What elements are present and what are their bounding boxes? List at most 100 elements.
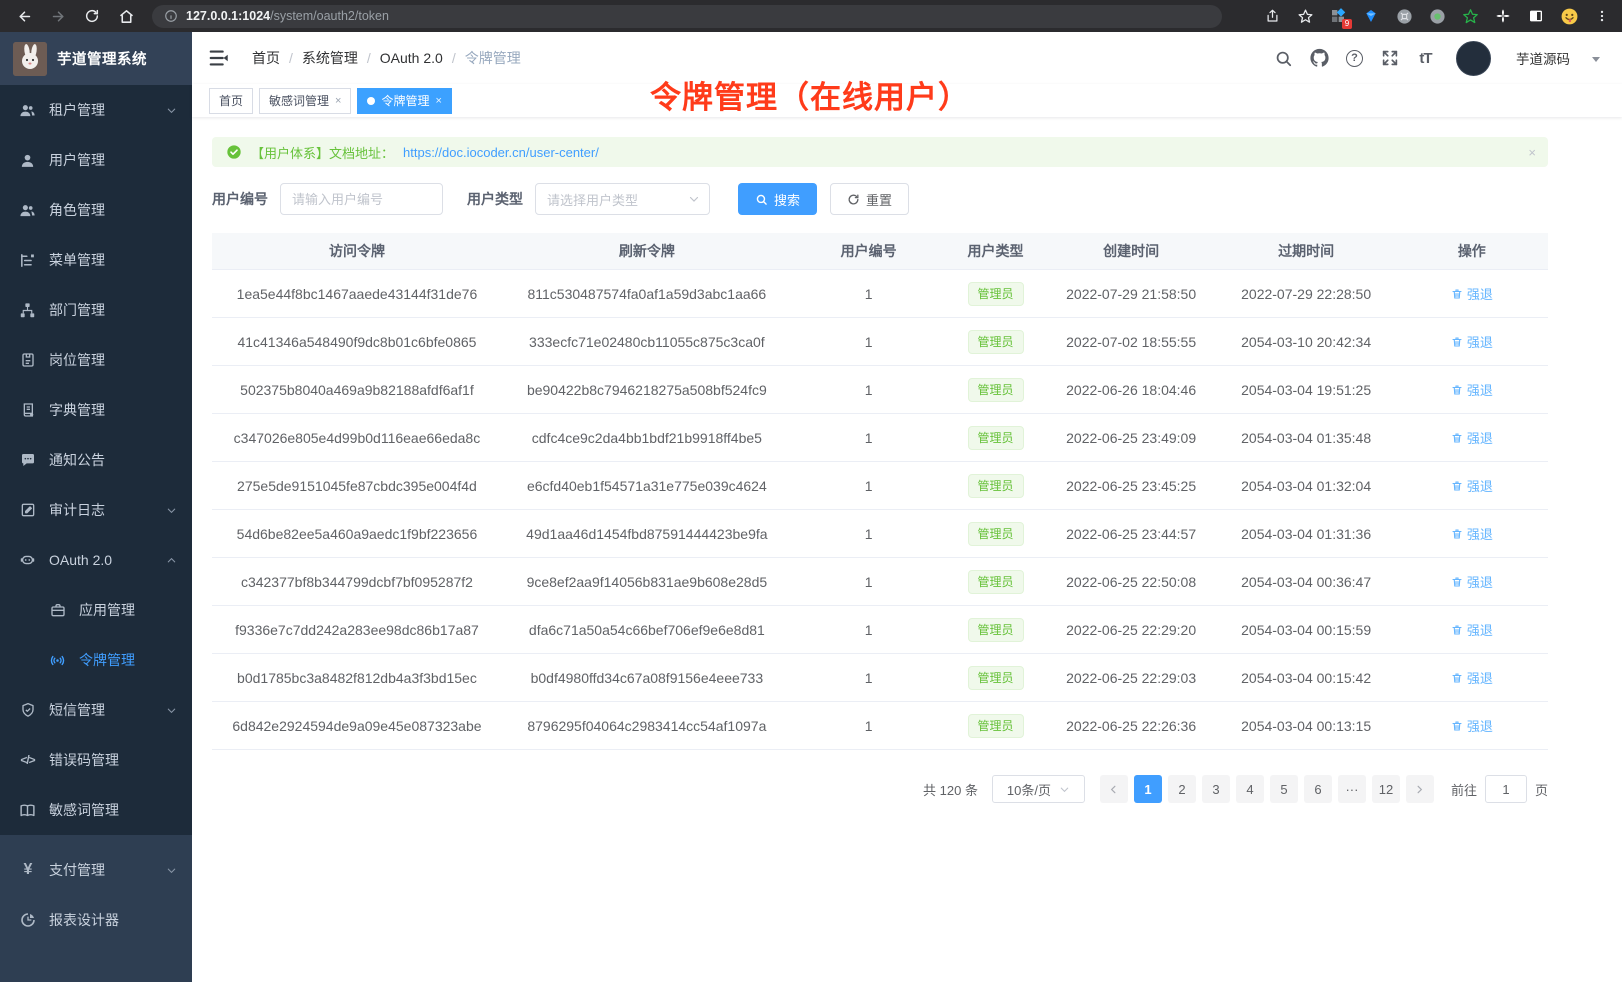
user-avatar[interactable] (1456, 41, 1491, 76)
force-logout-button[interactable]: 强退 (1451, 572, 1493, 591)
breadcrumb-current: 令牌管理 (465, 48, 521, 68)
sidebar-item-report[interactable]: 报表设计器 (0, 895, 192, 945)
page-button[interactable]: 5 (1270, 775, 1298, 803)
github-icon[interactable] (1310, 49, 1329, 68)
help-icon[interactable]: ? (1346, 50, 1363, 67)
profile-avatar-icon[interactable] (1559, 6, 1579, 26)
code-icon: </> (19, 752, 36, 769)
sidebar-item-oauth-app[interactable]: 应用管理 (0, 585, 192, 635)
tag-sensitive[interactable]: 敏感词管理× (259, 88, 351, 114)
sidebar-item-oauth[interactable]: OAuth 2.0 (0, 535, 192, 585)
page-button[interactable]: 1 (1134, 775, 1162, 803)
chevron-down-icon (688, 193, 700, 205)
doc-link[interactable]: https://doc.iocoder.cn/user-center/ (403, 145, 599, 160)
fullscreen-icon[interactable] (1380, 49, 1399, 68)
page-size-select[interactable]: 10条/页 (992, 775, 1085, 803)
table-header: 访问令牌 刷新令牌 用户编号 用户类型 创建时间 过期时间 操作 (212, 233, 1548, 270)
sidebar-item-notice[interactable]: 通知公告 (0, 435, 192, 485)
trash-icon (1451, 672, 1463, 684)
sidebar-item-dict[interactable]: 字典管理 (0, 385, 192, 435)
sidebar-item-dept[interactable]: 部门管理 (0, 285, 192, 335)
trash-icon (1451, 384, 1463, 396)
page-button[interactable]: 3 (1202, 775, 1230, 803)
trash-icon (1451, 624, 1463, 636)
reload-icon[interactable] (78, 2, 106, 30)
success-check-icon (226, 144, 242, 160)
browser-menu-icon[interactable] (1592, 6, 1612, 26)
force-logout-button[interactable]: 强退 (1451, 380, 1493, 399)
extension-gem-icon[interactable] (1361, 6, 1381, 26)
force-logout-button[interactable]: 强退 (1451, 668, 1493, 687)
collapse-sidebar-icon[interactable] (208, 47, 230, 69)
sidebar-item-user[interactable]: 用户管理 (0, 135, 192, 185)
force-logout-button[interactable]: 强退 (1451, 620, 1493, 639)
page-button[interactable]: 6 (1304, 775, 1332, 803)
page-button[interactable]: 2 (1168, 775, 1196, 803)
search-icon[interactable] (1274, 49, 1293, 68)
username[interactable]: 芋道源码 (1516, 48, 1570, 68)
force-logout-button[interactable]: 强退 (1451, 476, 1493, 495)
sidebar-item-pay[interactable]: ¥ 支付管理 (0, 845, 192, 895)
sidebar: 芋道管理系统 租户管理 用户管理 角色管理 菜单管理 部门管理 (0, 32, 192, 982)
next-page-button[interactable] (1406, 775, 1434, 803)
bookmark-star-icon[interactable] (1295, 6, 1315, 26)
goto-label: 前往 (1451, 780, 1477, 799)
extension-command-icon[interactable] (1394, 6, 1414, 26)
sidebar-item-label: OAuth 2.0 (49, 552, 112, 568)
user-menu-caret-icon[interactable] (1592, 57, 1600, 62)
prev-page-button[interactable] (1100, 775, 1128, 803)
sidebar-item-sensitive[interactable]: 敏感词管理 (0, 785, 192, 835)
more-pages-button[interactable]: ··· (1338, 775, 1366, 803)
force-logout-button[interactable]: 强退 (1451, 284, 1493, 303)
force-logout-button[interactable]: 强退 (1451, 524, 1493, 543)
sidebar-item-errcode[interactable]: </> 错误码管理 (0, 735, 192, 785)
logo-bar[interactable]: 芋道管理系统 (0, 32, 192, 85)
user-id-input[interactable] (280, 183, 443, 215)
force-logout-button[interactable]: 强退 (1451, 332, 1493, 351)
user-type-select[interactable]: 请选择用户类型 (535, 183, 710, 215)
extension-pixel-icon[interactable]: 9 (1328, 6, 1348, 26)
sidebar-item-role[interactable]: 角色管理 (0, 185, 192, 235)
alert-close-icon[interactable]: × (1528, 145, 1536, 160)
page-button[interactable]: 4 (1236, 775, 1264, 803)
search-button[interactable]: 搜索 (738, 183, 817, 215)
sidebar-item-post[interactable]: 岗位管理 (0, 335, 192, 385)
browser-toolbar: 127.0.0.1:1024/system/oauth2/token 9 (0, 0, 1622, 32)
extension-pinwheel-icon[interactable] (1493, 6, 1513, 26)
force-logout-button[interactable]: 强退 (1451, 716, 1493, 735)
force-logout-button[interactable]: 强退 (1451, 428, 1493, 447)
org-chart-icon (19, 302, 36, 319)
sidebar-item-audit[interactable]: 审计日志 (0, 485, 192, 535)
id-badge-icon (19, 352, 36, 369)
sidebar-item-tenant[interactable]: 租户管理 (0, 85, 192, 135)
sidebar-item-label: 短信管理 (49, 700, 105, 720)
share-icon[interactable] (1262, 6, 1282, 26)
sidebar-item-sms[interactable]: 短信管理 (0, 685, 192, 735)
tag-home[interactable]: 首页 (209, 88, 253, 114)
dictionary-icon (19, 402, 36, 419)
close-icon[interactable]: × (435, 95, 441, 107)
breadcrumb-home[interactable]: 首页 (252, 48, 280, 68)
table-row: 54d6be82ee5a460a9aedc1f9bf223656 49d1aa4… (212, 510, 1548, 558)
book-open-icon (19, 802, 36, 819)
breadcrumb-oauth[interactable]: OAuth 2.0 (380, 50, 443, 66)
font-size-icon[interactable]: tT (1416, 49, 1435, 68)
pagination-total: 共 120 条 (923, 780, 978, 799)
tag-token-active[interactable]: 令牌管理× (357, 88, 451, 114)
url-bar[interactable]: 127.0.0.1:1024/system/oauth2/token (152, 5, 1222, 28)
breadcrumb-system[interactable]: 系统管理 (302, 48, 358, 68)
goto-page-input[interactable] (1485, 775, 1527, 803)
sidebar-item-menu[interactable]: 菜单管理 (0, 235, 192, 285)
sidebar-lower-section: ¥ 支付管理 报表设计器 (0, 835, 192, 982)
users-icon (19, 102, 36, 119)
side-panel-icon[interactable] (1526, 6, 1546, 26)
extension-evernote-icon[interactable] (1460, 6, 1480, 26)
back-icon[interactable] (10, 2, 38, 30)
home-icon[interactable] (112, 2, 140, 30)
close-icon[interactable]: × (335, 95, 341, 107)
reset-button[interactable]: 重置 (830, 183, 909, 215)
sidebar-item-oauth-token[interactable]: 令牌管理 (0, 635, 192, 685)
extension-record-icon[interactable] (1427, 6, 1447, 26)
forward-icon[interactable] (44, 2, 72, 30)
page-button[interactable]: 12 (1372, 775, 1400, 803)
